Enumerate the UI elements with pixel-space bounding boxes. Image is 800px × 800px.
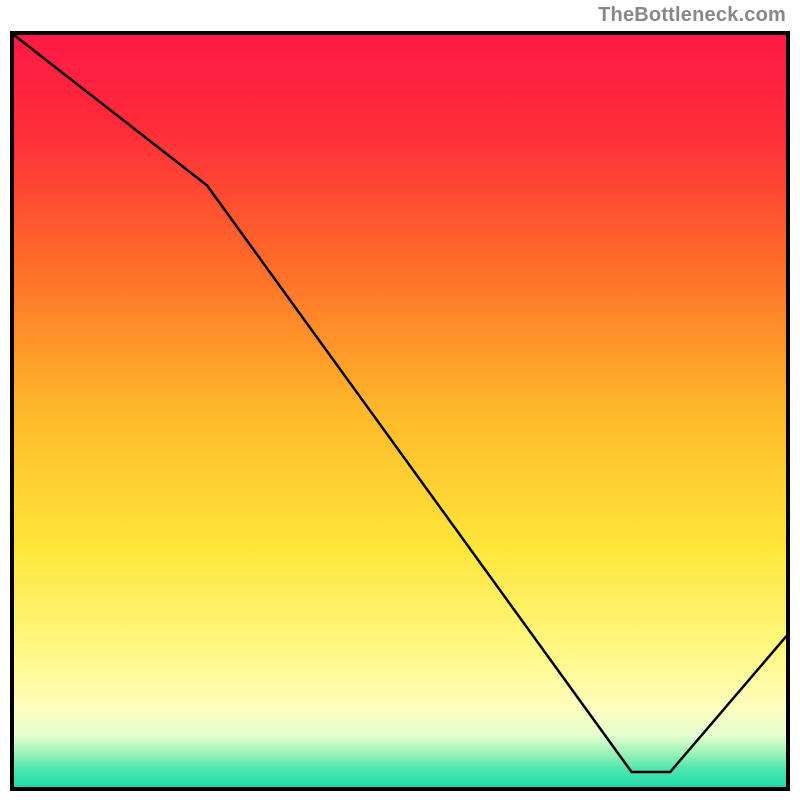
chart-container: TheBottleneck.com <box>0 0 800 800</box>
data-line <box>14 35 786 787</box>
chart-plot-area <box>10 31 790 791</box>
watermark-text: TheBottleneck.com <box>598 4 786 27</box>
